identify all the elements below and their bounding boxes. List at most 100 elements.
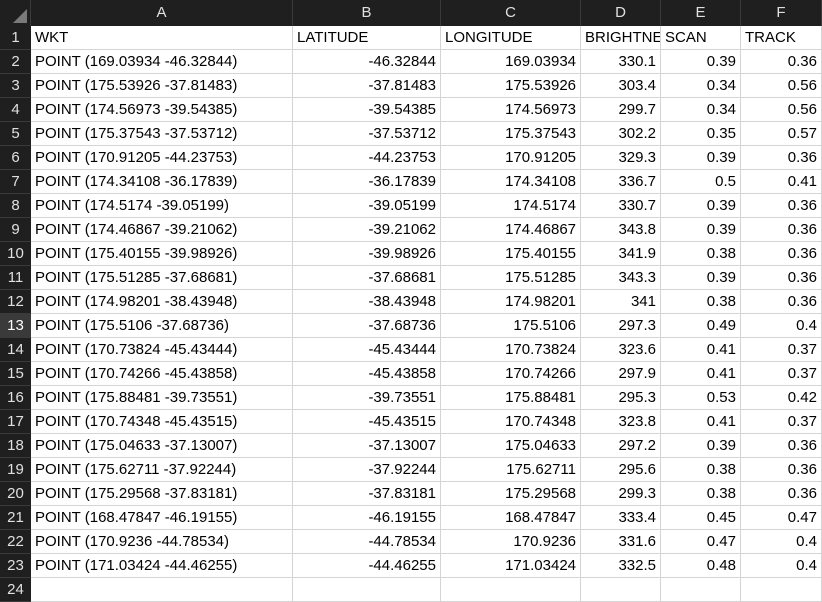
cell-d[interactable]: 329.3 <box>581 146 661 170</box>
cell-a[interactable]: POINT (171.03424 -44.46255) <box>31 554 293 578</box>
cell-b[interactable]: -37.53712 <box>293 122 441 146</box>
row-header[interactable]: 2 <box>0 50 31 74</box>
cell-d[interactable]: 343.8 <box>581 218 661 242</box>
column-header-d[interactable]: D <box>581 0 661 26</box>
cell-b[interactable]: -45.43444 <box>293 338 441 362</box>
cell-c[interactable]: 174.46867 <box>441 218 581 242</box>
cell-c[interactable]: 175.62711 <box>441 458 581 482</box>
cell-a[interactable]: POINT (174.56973 -39.54385) <box>31 98 293 122</box>
cell-d[interactable]: 323.6 <box>581 338 661 362</box>
row-header[interactable]: 5 <box>0 122 31 146</box>
cell-e[interactable]: 0.39 <box>661 218 741 242</box>
cell-b[interactable] <box>293 578 441 602</box>
cell-b[interactable]: -39.73551 <box>293 386 441 410</box>
cell-d[interactable]: 336.7 <box>581 170 661 194</box>
cell-f[interactable]: 0.4 <box>741 530 822 554</box>
cell-e[interactable]: 0.34 <box>661 98 741 122</box>
cell-c[interactable]: 168.47847 <box>441 506 581 530</box>
row-header[interactable]: 16 <box>0 386 31 410</box>
cell-d[interactable]: 297.2 <box>581 434 661 458</box>
cell-f[interactable]: 0.36 <box>741 290 822 314</box>
row-header[interactable]: 11 <box>0 266 31 290</box>
cell-d[interactable]: 302.2 <box>581 122 661 146</box>
cell-e[interactable]: 0.39 <box>661 194 741 218</box>
row-header[interactable]: 19 <box>0 458 31 482</box>
row-header[interactable]: 24 <box>0 578 31 602</box>
cell-f[interactable]: 0.36 <box>741 194 822 218</box>
cell-e[interactable]: 0.38 <box>661 242 741 266</box>
cell-a[interactable]: POINT (170.74266 -45.43858) <box>31 362 293 386</box>
cell-e[interactable] <box>661 578 741 602</box>
row-header[interactable]: 9 <box>0 218 31 242</box>
cell-a[interactable]: POINT (168.47847 -46.19155) <box>31 506 293 530</box>
row-header[interactable]: 4 <box>0 98 31 122</box>
row-header[interactable]: 8 <box>0 194 31 218</box>
cell-e[interactable]: 0.39 <box>661 50 741 74</box>
cell-b[interactable]: -38.43948 <box>293 290 441 314</box>
cell-f[interactable] <box>741 578 822 602</box>
cell-e[interactable]: 0.47 <box>661 530 741 554</box>
cell-f[interactable]: 0.4 <box>741 554 822 578</box>
select-all-corner[interactable] <box>0 0 31 26</box>
column-header-a[interactable]: A <box>31 0 293 26</box>
cell-a[interactable]: POINT (170.73824 -45.43444) <box>31 338 293 362</box>
cell-e[interactable]: 0.38 <box>661 458 741 482</box>
row-header[interactable]: 10 <box>0 242 31 266</box>
cell-b[interactable]: -37.92244 <box>293 458 441 482</box>
cell-e[interactable]: 0.48 <box>661 554 741 578</box>
cell-d[interactable]: 343.3 <box>581 266 661 290</box>
cell-e[interactable]: 0.41 <box>661 410 741 434</box>
column-header-e[interactable]: E <box>661 0 741 26</box>
cell-d[interactable]: 303.4 <box>581 74 661 98</box>
cell-b[interactable]: -37.83181 <box>293 482 441 506</box>
cell-f[interactable]: 0.36 <box>741 50 822 74</box>
cell-f[interactable]: 0.56 <box>741 74 822 98</box>
cell-f[interactable]: 0.36 <box>741 146 822 170</box>
cell-f[interactable]: 0.41 <box>741 170 822 194</box>
cell-a[interactable]: POINT (170.74348 -45.43515) <box>31 410 293 434</box>
cell-c[interactable]: 174.5174 <box>441 194 581 218</box>
cell-f[interactable]: 0.37 <box>741 338 822 362</box>
cell-a[interactable]: POINT (174.5174 -39.05199) <box>31 194 293 218</box>
row-header[interactable]: 7 <box>0 170 31 194</box>
cell-b[interactable]: -39.98926 <box>293 242 441 266</box>
header-cell-e[interactable]: SCAN <box>661 26 741 50</box>
cell-c[interactable]: 175.04633 <box>441 434 581 458</box>
cell-d[interactable]: 331.6 <box>581 530 661 554</box>
cell-f[interactable]: 0.37 <box>741 410 822 434</box>
row-header[interactable]: 15 <box>0 362 31 386</box>
cell-f[interactable]: 0.47 <box>741 506 822 530</box>
cell-a[interactable]: POINT (170.9236 -44.78534) <box>31 530 293 554</box>
cell-e[interactable]: 0.39 <box>661 434 741 458</box>
cell-f[interactable]: 0.42 <box>741 386 822 410</box>
cell-c[interactable] <box>441 578 581 602</box>
cell-a[interactable]: POINT (175.37543 -37.53712) <box>31 122 293 146</box>
cell-b[interactable]: -37.68681 <box>293 266 441 290</box>
cell-c[interactable]: 170.74266 <box>441 362 581 386</box>
cell-c[interactable]: 175.5106 <box>441 314 581 338</box>
row-header[interactable]: 1 <box>0 26 31 50</box>
cell-b[interactable]: -37.81483 <box>293 74 441 98</box>
cell-a[interactable]: POINT (175.04633 -37.13007) <box>31 434 293 458</box>
cell-c[interactable]: 175.53926 <box>441 74 581 98</box>
cell-d[interactable]: 297.9 <box>581 362 661 386</box>
cell-f[interactable]: 0.36 <box>741 434 822 458</box>
cell-c[interactable]: 174.56973 <box>441 98 581 122</box>
cell-c[interactable]: 174.34108 <box>441 170 581 194</box>
column-header-c[interactable]: C <box>441 0 581 26</box>
cell-d[interactable] <box>581 578 661 602</box>
cell-b[interactable]: -45.43858 <box>293 362 441 386</box>
cell-d[interactable]: 341 <box>581 290 661 314</box>
cell-c[interactable]: 175.37543 <box>441 122 581 146</box>
cell-c[interactable]: 175.29568 <box>441 482 581 506</box>
cell-b[interactable]: -44.46255 <box>293 554 441 578</box>
cell-a[interactable]: POINT (175.88481 -39.73551) <box>31 386 293 410</box>
cell-b[interactable]: -39.54385 <box>293 98 441 122</box>
cell-e[interactable]: 0.39 <box>661 266 741 290</box>
cell-a[interactable]: POINT (175.51285 -37.68681) <box>31 266 293 290</box>
column-header-b[interactable]: B <box>293 0 441 26</box>
cell-d[interactable]: 323.8 <box>581 410 661 434</box>
cell-f[interactable]: 0.36 <box>741 482 822 506</box>
cell-c[interactable]: 175.51285 <box>441 266 581 290</box>
cell-b[interactable]: -37.13007 <box>293 434 441 458</box>
